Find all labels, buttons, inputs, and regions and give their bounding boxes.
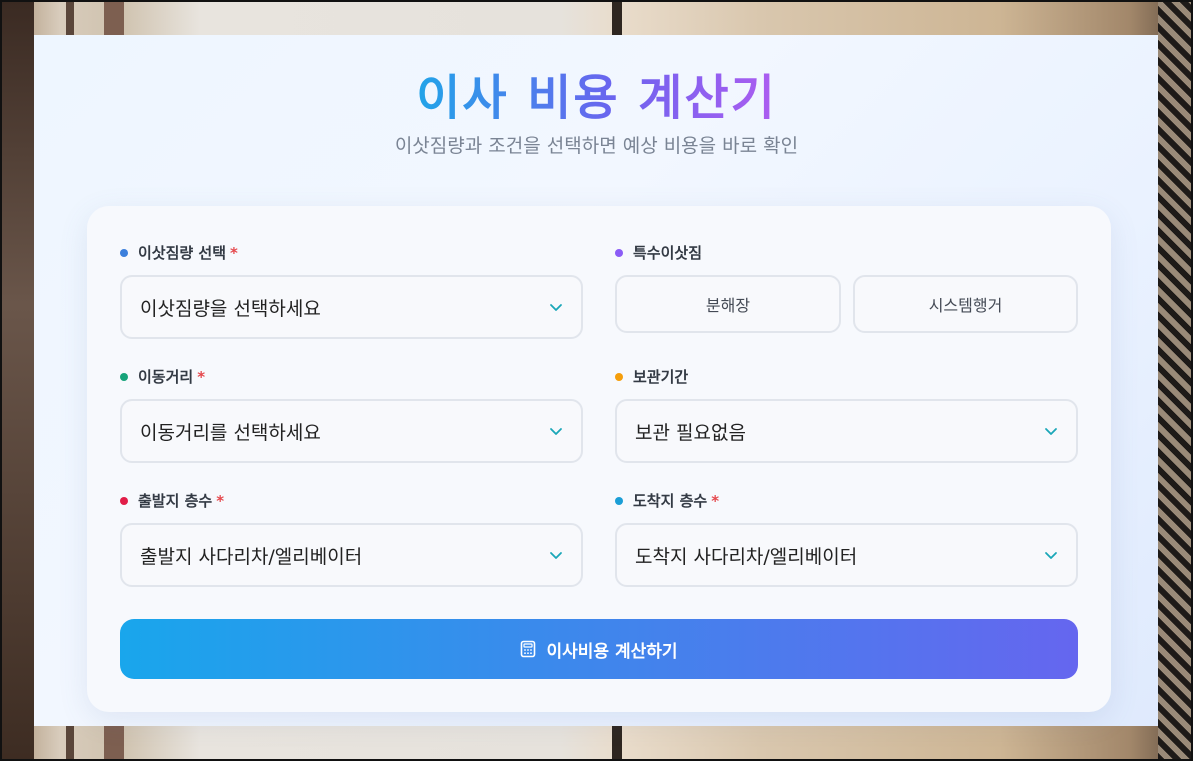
origin-floor-select-value: 출발지 사다리차/엘리베이터	[140, 545, 363, 568]
dest-floor-label: 도착지 층수 *	[615, 490, 719, 511]
storage-label: 보관기간	[615, 366, 688, 387]
origin-floor-label: 출발지 층수 *	[120, 490, 224, 511]
dest-floor-select-value: 도착지 사다리차/엘리베이터	[635, 545, 858, 568]
storage-select-value: 보관 필요없음	[635, 421, 746, 444]
chevron-down-icon	[1045, 428, 1057, 435]
dest-floor-dot	[615, 496, 623, 505]
chevron-down-icon	[1045, 552, 1057, 559]
volume-select-value: 이삿짐량을 선택하세요	[140, 297, 321, 320]
special-dot	[615, 248, 623, 257]
volume-dot	[120, 248, 128, 257]
calculate-button-label: 이사비용 계산하기	[546, 641, 678, 662]
distance-label: 이동거리 *	[120, 366, 205, 387]
calculator-icon	[521, 640, 536, 658]
dest-floor-select[interactable]: 도착지 사다리차/엘리베이터	[615, 523, 1078, 587]
chevron-down-icon	[550, 304, 562, 311]
special-label: 특수이삿짐	[615, 242, 702, 263]
chevron-down-icon	[550, 428, 562, 435]
page-subtitle: 이삿짐량과 조건을 선택하면 예상 비용을 바로 확인	[394, 135, 799, 157]
origin-floor-select[interactable]: 출발지 사다리차/엘리베이터	[120, 523, 583, 587]
page-title: 이사 비용 계산기	[407, 58, 787, 128]
special-option-disassembly[interactable]: 분해장	[615, 275, 841, 333]
storage-select[interactable]: 보관 필요없음	[615, 399, 1078, 463]
distance-select[interactable]: 이동거리를 선택하세요	[120, 399, 583, 463]
chevron-down-icon	[550, 552, 562, 559]
origin-floor-dot	[120, 496, 128, 505]
volume-label: 이삿짐량 선택 *	[120, 242, 238, 263]
distance-dot	[120, 372, 128, 381]
distance-select-value: 이동거리를 선택하세요	[140, 421, 321, 444]
volume-select[interactable]: 이삿짐량을 선택하세요	[120, 275, 583, 339]
storage-dot	[615, 372, 623, 381]
calculate-button[interactable]: 이사비용 계산하기	[120, 619, 1078, 679]
special-option-system-hanger[interactable]: 시스템행거	[853, 275, 1078, 333]
